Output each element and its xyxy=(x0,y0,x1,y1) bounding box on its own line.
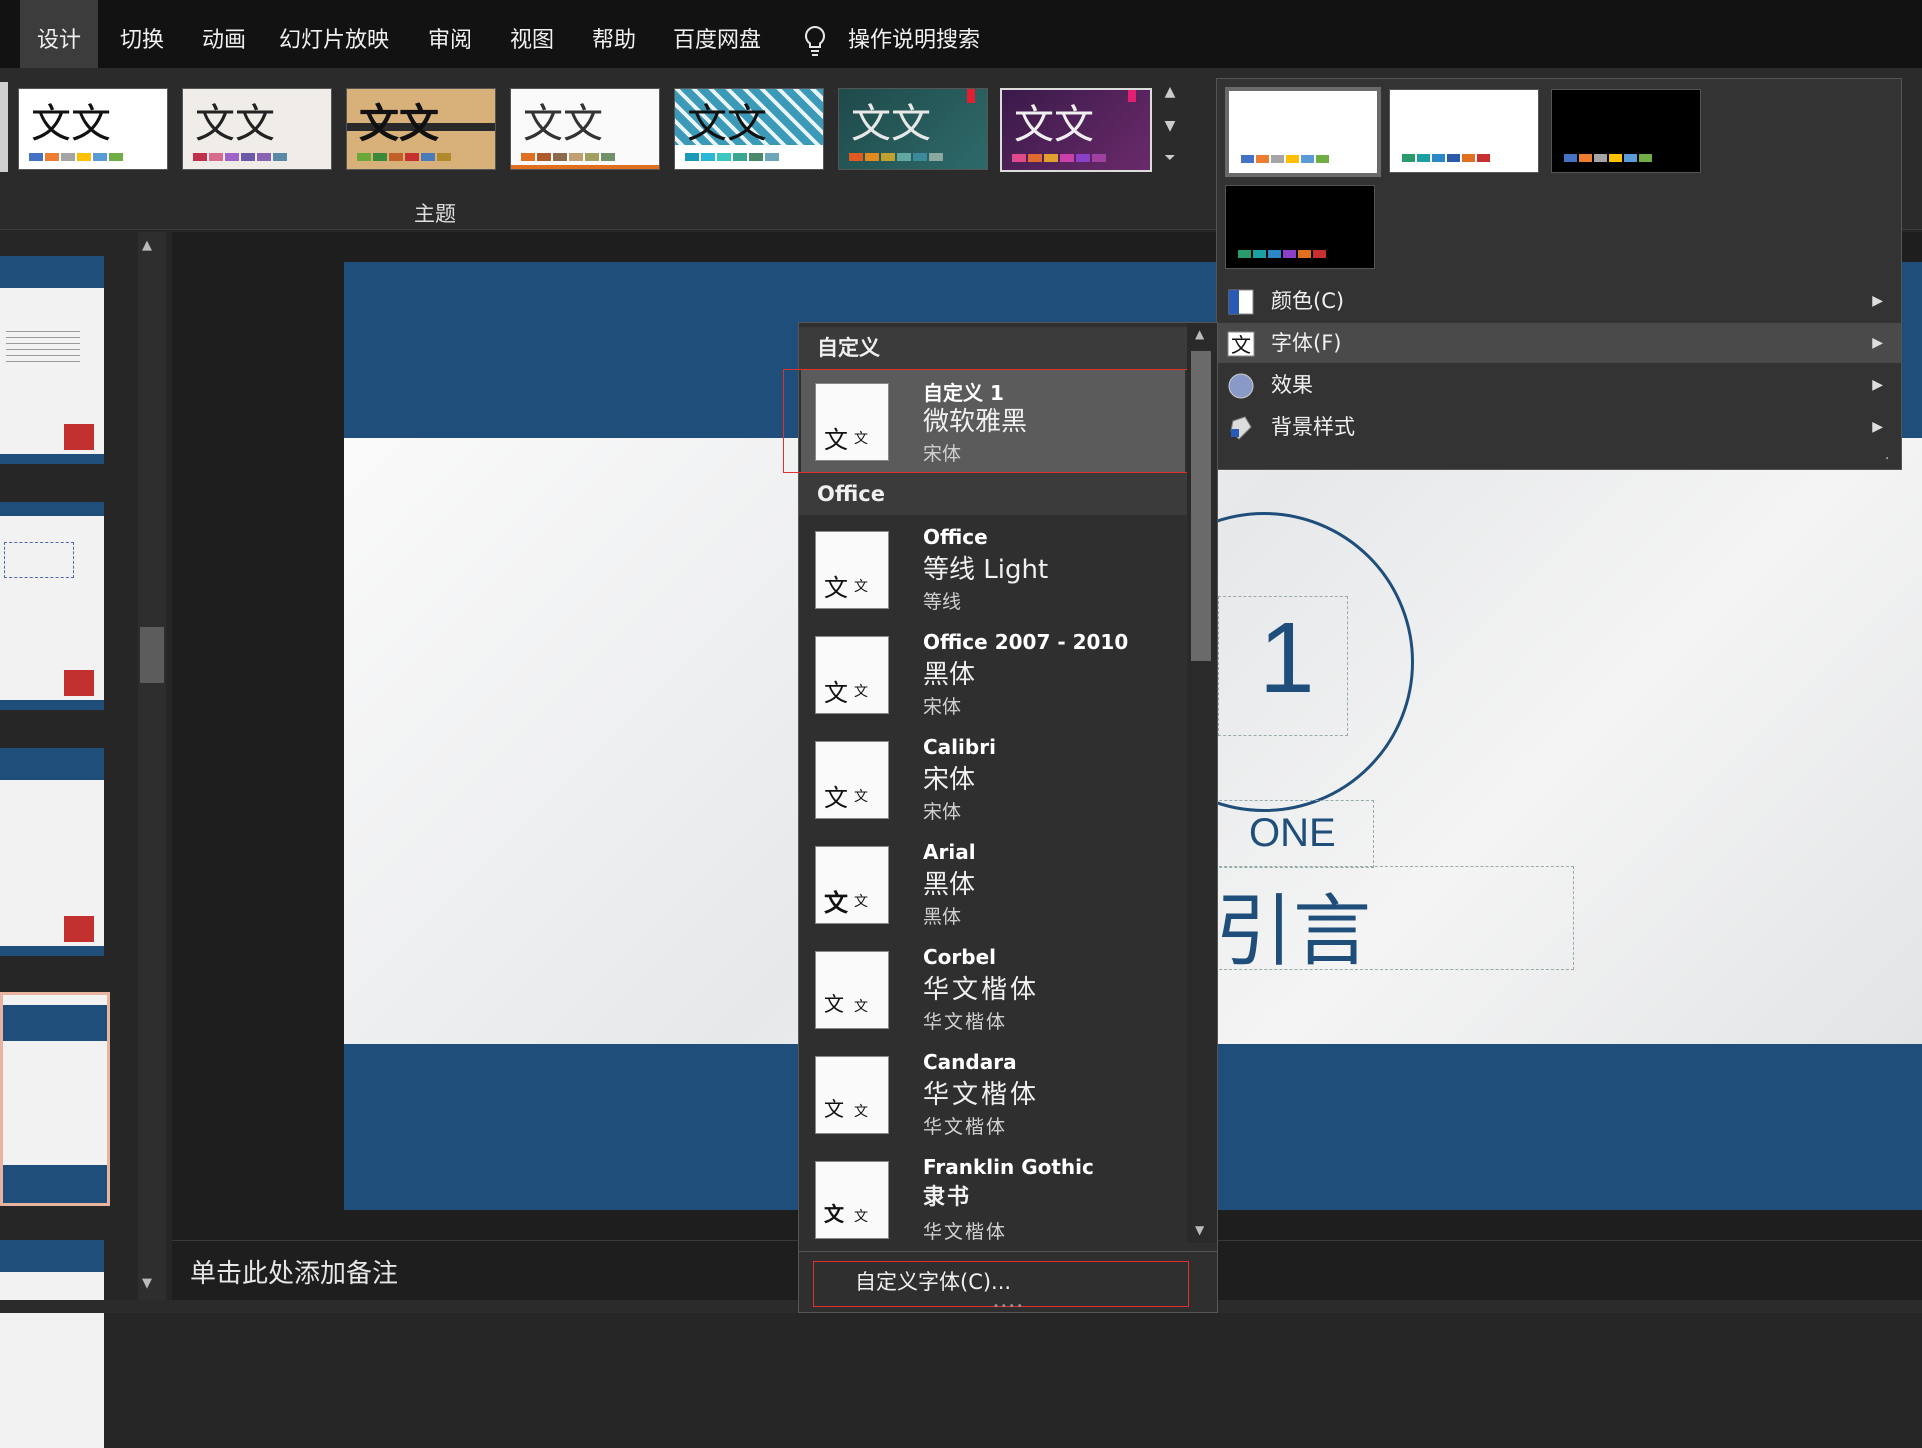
font-preview: 文文 xyxy=(815,531,889,609)
font-option-franklin-gothic[interactable]: 文文 Franklin Gothic 隶书 华文楷体 xyxy=(801,1147,1185,1251)
submenu-arrow-icon: ▶ xyxy=(1872,293,1883,309)
notes-placeholder[interactable]: 单击此处添加备注 xyxy=(190,1253,398,1290)
slide-thumbnail-selected[interactable] xyxy=(0,992,110,1206)
themes-group-label: 主题 xyxy=(414,202,456,226)
tab-baidu-netdisk[interactable]: 百度网盘 xyxy=(664,0,770,68)
thumbnails-scrollbar[interactable]: ▲ ▼ xyxy=(138,232,166,1300)
font-preview: 文文 xyxy=(815,846,889,924)
font-preview: 文文 xyxy=(815,741,889,819)
theme-3[interactable]: 文文 xyxy=(346,88,496,170)
submenu-arrow-icon: ▶ xyxy=(1872,335,1883,351)
font-preview: 文文 xyxy=(815,1161,889,1239)
gallery-up-icon[interactable]: ▲ xyxy=(1160,84,1180,114)
title-text: 引言 xyxy=(1215,887,1372,977)
tab-review[interactable]: 审阅 xyxy=(410,0,490,68)
theme-office[interactable]: 文文 xyxy=(18,88,168,170)
submenu-arrow-icon: ▶ xyxy=(1872,377,1883,393)
tab-animations[interactable]: 动画 xyxy=(186,0,262,68)
lightbulb-icon xyxy=(800,24,830,58)
variant-4[interactable] xyxy=(1225,185,1375,269)
submenu-arrow-icon: ▶ xyxy=(1872,419,1883,435)
font-option-corbel[interactable]: 文文 Corbel 华文楷体 华文楷体 xyxy=(801,937,1185,1041)
font-preview: 文文 xyxy=(815,636,889,714)
resize-grip-icon[interactable]: •••• xyxy=(993,1301,1025,1312)
highlight-box xyxy=(783,369,1189,473)
scroll-down-icon[interactable]: ▼ xyxy=(142,1276,152,1291)
variant-3[interactable] xyxy=(1551,89,1701,173)
gallery-down-icon[interactable]: ▼ xyxy=(1160,118,1180,148)
effects-menu-item[interactable]: 效果 ▶ xyxy=(1217,365,1901,405)
tab-help[interactable]: 帮助 xyxy=(576,0,652,68)
tab-transitions[interactable]: 切换 xyxy=(104,0,180,68)
theme-2[interactable]: 文文 xyxy=(182,88,332,170)
slide-thumbnail[interactable] xyxy=(0,502,104,710)
subtitle-box[interactable]: ONE xyxy=(1204,800,1374,868)
font-option-office[interactable]: 文文 Office 等线 Light 等线 xyxy=(801,517,1185,621)
slide-thumbnail[interactable] xyxy=(0,1240,104,1448)
theme-4[interactable]: 文文 xyxy=(510,88,660,170)
background-style-icon xyxy=(1227,414,1255,440)
title-box[interactable]: 引言 xyxy=(1204,866,1574,977)
font-wen-icon: 文 xyxy=(1227,330,1255,357)
theme-7[interactable]: 文文 xyxy=(1000,88,1152,172)
slide-thumbnails-panel xyxy=(0,232,136,1448)
scroll-thumb[interactable] xyxy=(1191,351,1211,661)
theme-fonts-dropdown: 自定义 文文 自定义 1 微软雅黑 宋体 Office 文文 Office 等线… xyxy=(783,322,1218,1313)
office-section-header: Office xyxy=(799,473,1203,515)
slide-thumbnail[interactable] xyxy=(0,748,104,956)
background-styles-menu-item[interactable]: 背景样式 ▶ xyxy=(1217,407,1901,447)
font-preview: 文文 xyxy=(815,1056,889,1134)
colors-menu-item[interactable]: 颜色(C) ▶ xyxy=(1217,281,1901,321)
font-list-scrollbar[interactable]: ▲ ▼ xyxy=(1187,323,1217,1243)
variants-panel: 颜色(C) ▶ 文 字体(F) ▶ 效果 ▶ 背景样式 ▶ ⠠ xyxy=(1216,78,1902,470)
font-preview: 文文 xyxy=(815,951,889,1029)
svg-text:文: 文 xyxy=(1231,333,1251,357)
section-number: 1 xyxy=(1259,602,1315,714)
gallery-more-icon[interactable]: ⏷ xyxy=(1160,150,1180,180)
color-palette-icon xyxy=(1227,288,1255,315)
tab-slideshow[interactable]: 幻灯片放映 xyxy=(270,0,398,68)
theme-5[interactable]: 文文 xyxy=(674,88,824,170)
tab-design[interactable]: 设计 xyxy=(20,0,98,68)
variant-2[interactable] xyxy=(1389,89,1539,173)
variant-1[interactable] xyxy=(1225,87,1381,177)
ribbon-tab-bar: 设计 切换 动画 幻灯片放映 审阅 视图 帮助 百度网盘 操作说明搜索 xyxy=(0,0,1922,68)
font-option-arial[interactable]: 文文 Arial 黑体 黑体 xyxy=(801,832,1185,936)
tell-me-search[interactable]: 操作说明搜索 xyxy=(846,0,982,68)
section-number-box[interactable]: 1 xyxy=(1218,596,1348,736)
fonts-menu-item[interactable]: 文 字体(F) ▶ xyxy=(1217,323,1901,363)
scroll-down-icon[interactable]: ▼ xyxy=(1195,1223,1204,1237)
theme-thumb-partial[interactable] xyxy=(0,82,8,172)
resize-grip-icon[interactable]: ⠠ xyxy=(1881,449,1890,463)
scroll-up-icon[interactable]: ▲ xyxy=(142,238,152,253)
scroll-thumb[interactable] xyxy=(140,627,164,683)
effects-circle-icon xyxy=(1227,372,1255,399)
tab-view[interactable]: 视图 xyxy=(494,0,570,68)
custom-section-header: 自定义 xyxy=(799,327,1203,369)
font-option-candara[interactable]: 文文 Candara 华文楷体 华文楷体 xyxy=(801,1042,1185,1146)
theme-6[interactable]: 文文 xyxy=(838,88,988,170)
font-option-calibri[interactable]: 文文 Calibri 宋体 宋体 xyxy=(801,727,1185,831)
font-option-office-2007-2010[interactable]: 文文 Office 2007 - 2010 黑体 宋体 xyxy=(801,622,1185,726)
subtitle-text: ONE xyxy=(1249,811,1336,855)
slide-thumbnail[interactable] xyxy=(0,256,104,464)
scroll-up-icon[interactable]: ▲ xyxy=(1195,327,1204,341)
